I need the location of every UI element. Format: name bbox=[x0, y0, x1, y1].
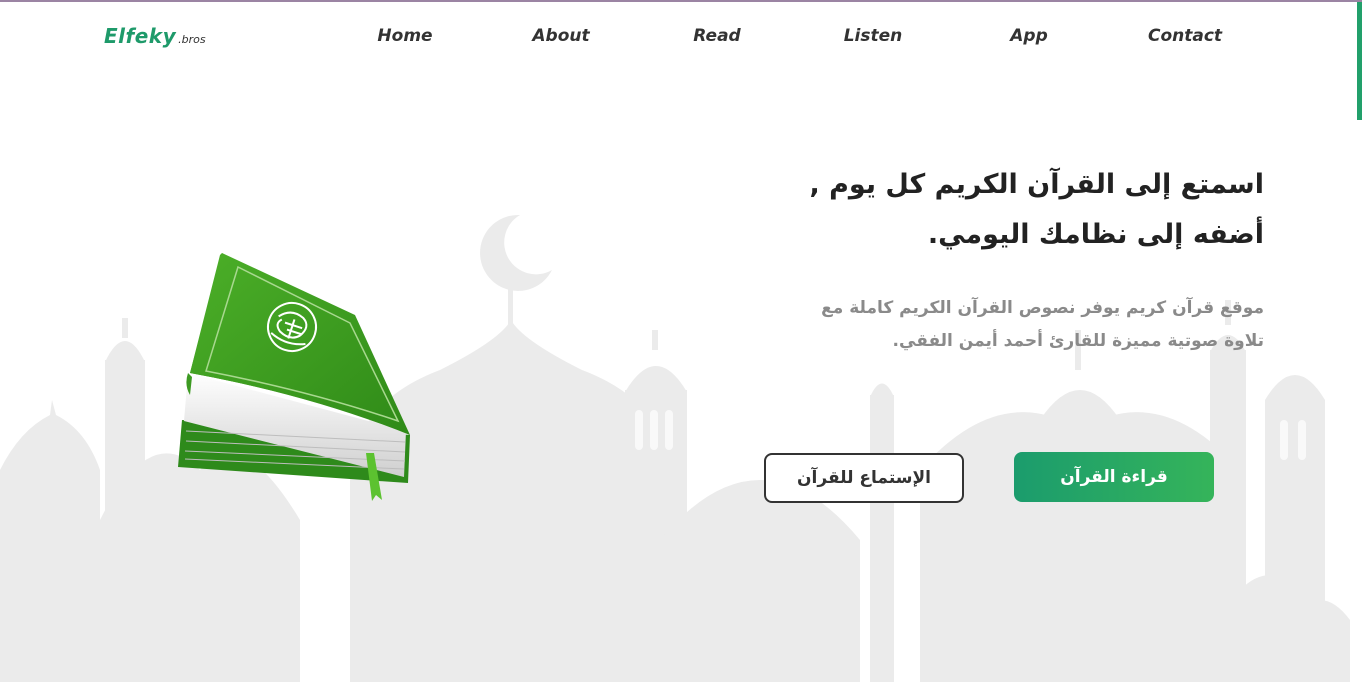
hero-headline-line2: أضفه إلى نظامك اليومي. bbox=[927, 219, 1264, 250]
nav-listen[interactable]: Listen bbox=[844, 26, 903, 46]
logo-text: Elfeky bbox=[104, 24, 177, 48]
logo-subtext: .bros bbox=[178, 33, 206, 46]
nav-about[interactable]: About bbox=[532, 26, 589, 46]
hero-description-line1: موقع قرآن كريم يوفر نصوص القرآن الكريم ك… bbox=[821, 298, 1264, 318]
read-quran-button[interactable]: قراءة القرآن bbox=[1014, 452, 1214, 502]
listen-quran-button[interactable]: الإستماع للقرآن bbox=[764, 453, 964, 503]
nav-app[interactable]: App bbox=[1010, 26, 1048, 46]
hero-description-line2: تلاوة صوتية مميزة للقارئ أحمد أيمن الفقي… bbox=[892, 331, 1264, 351]
nav-home[interactable]: Home bbox=[377, 26, 432, 46]
nav-contact[interactable]: Contact bbox=[1148, 26, 1222, 46]
hero-description: موقع قرآن كريم يوفر نصوص القرآن الكريم ك… bbox=[704, 292, 1264, 358]
quran-book-icon bbox=[178, 253, 410, 501]
hero-headline-line1: اسمتع إلى القرآن الكريم كل يوم , bbox=[809, 169, 1264, 200]
logo[interactable]: Elfeky .bros bbox=[104, 24, 206, 48]
hero-headline: اسمتع إلى القرآن الكريم كل يوم , أضفه إل… bbox=[704, 160, 1264, 260]
hero-text: اسمتع إلى القرآن الكريم كل يوم , أضفه إل… bbox=[704, 160, 1264, 358]
nav-read[interactable]: Read bbox=[693, 26, 740, 46]
navbar: Elfeky .bros Home About Read Listen App … bbox=[0, 0, 1362, 72]
